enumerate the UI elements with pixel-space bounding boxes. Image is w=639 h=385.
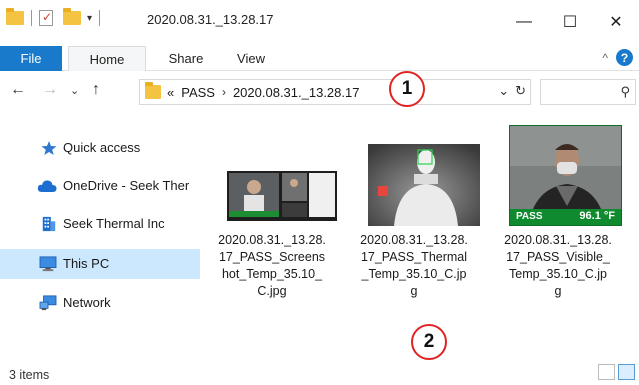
window-controls: — ☐ ✕ (501, 0, 639, 44)
properties-icon[interactable] (39, 10, 53, 26)
file-name-line: hot_Temp_35.10_ (221, 267, 323, 281)
file-name-line: Temp_35.10_C.jp (509, 267, 607, 281)
sidebar-item-network[interactable]: Network (0, 288, 200, 318)
address-bar[interactable]: « PASS › 2020.08.31._13.28.17 ⌄ ↻ (139, 79, 531, 105)
file-name-line: 2020.08.31._13.28. (504, 233, 612, 247)
minimize-button[interactable]: — (501, 0, 547, 44)
network-icon (39, 295, 57, 311)
view-toggle (598, 364, 635, 380)
file-name-line: _Temp_35.10_C.jp (361, 267, 467, 281)
search-icon: ⚲ (620, 84, 630, 99)
expand-ribbon-icon[interactable]: ^ (602, 51, 608, 65)
address-dropdown-icon[interactable]: ⌄ (498, 83, 509, 99)
tab-file[interactable]: File (0, 46, 62, 71)
star-icon (41, 141, 57, 155)
address-controls: ⌄ ↻ (498, 83, 526, 99)
details-view-icon[interactable] (598, 364, 615, 380)
item-count: 3 items (9, 368, 50, 382)
sidebar-item-onedrive[interactable]: OneDrive - Seek Ther (0, 171, 200, 201)
back-arrow-icon[interactable]: ← (10, 81, 26, 99)
file-name-line: 17_PASS_Screens (218, 250, 326, 264)
navigation-pane: Quick access OneDrive - Seek Ther Seek T… (0, 118, 205, 358)
sidebar-item-this-pc[interactable]: This PC (0, 249, 200, 279)
refresh-icon[interactable]: ↻ (515, 83, 526, 99)
file-name: 2020.08.31._13.28. 17_PASS_Visible_ Temp… (498, 232, 618, 300)
search-input[interactable]: ⚲ (540, 79, 636, 105)
close-button[interactable]: ✕ (593, 0, 639, 44)
divider (31, 10, 32, 26)
file-item-visible[interactable]: PASS 96.1 °F 2020.08.31._13.28. 17_PASS_… (498, 118, 622, 318)
large-icons-view-icon[interactable] (618, 364, 635, 380)
file-name-line: 17_PASS_Thermal (360, 250, 468, 264)
tab-home[interactable]: Home (68, 46, 146, 71)
new-folder-icon[interactable] (63, 8, 81, 25)
image-thumbnail (227, 171, 337, 221)
sidebar-item-label: This PC (63, 256, 110, 271)
breadcrumb-pass[interactable]: PASS (181, 85, 215, 100)
file-name-line: g (554, 284, 562, 298)
visible-image-thumbnail: PASS 96.1 °F (509, 125, 622, 226)
window-title: 2020.08.31._13.28.17 (147, 12, 274, 27)
pass-badge: PASS (516, 211, 543, 222)
title-bar: ▾ 2020.08.31._13.28.17 — ☐ ✕ (0, 0, 639, 44)
sidebar-item-seek-thermal[interactable]: Seek Thermal Inc (0, 209, 200, 239)
breadcrumb-current-folder[interactable]: 2020.08.31._13.28.17 (233, 85, 360, 100)
file-list: 2020.08.31._13.28. 17_PASS_Screens hot_T… (212, 118, 639, 358)
up-arrow-icon[interactable]: ↑ (92, 81, 100, 99)
file-name: 2020.08.31._13.28. 17_PASS_Screens hot_T… (212, 232, 332, 300)
forward-arrow-icon[interactable]: → (42, 81, 58, 99)
help-icon[interactable]: ? (616, 49, 633, 66)
recent-locations-icon[interactable]: ⌄ (70, 84, 79, 97)
maximize-button[interactable]: ☐ (547, 0, 593, 44)
callout-1: 1 (389, 71, 425, 107)
divider (99, 10, 101, 26)
file-item-thermal[interactable]: 2020.08.31._13.28. 17_PASS_Thermal _Temp… (354, 118, 480, 318)
sidebar-item-label: Seek Thermal Inc (63, 216, 165, 231)
file-name-line: 2020.08.31._13.28. (218, 233, 326, 247)
monitor-icon (39, 256, 57, 272)
file-name-line: C.jpg (257, 284, 287, 298)
customize-toolbar-icon[interactable]: ▾ (87, 13, 92, 24)
file-name: 2020.08.31._13.28. 17_PASS_Thermal _Temp… (354, 232, 474, 300)
status-bar: 3 items (0, 360, 639, 385)
building-icon (42, 216, 56, 232)
sidebar-item-label: OneDrive - Seek Ther (63, 178, 190, 193)
breadcrumb-separator-icon[interactable]: › (222, 85, 226, 99)
callout-2: 2 (411, 324, 447, 360)
ribbon-controls: ^ ? (602, 49, 633, 66)
sidebar-item-label: Network (63, 295, 111, 310)
file-name-line: g (410, 284, 418, 298)
folder-icon (6, 8, 24, 25)
tab-view[interactable]: View (222, 46, 280, 71)
temperature-badge: 96.1 °F (579, 210, 615, 222)
cloud-icon (37, 180, 57, 192)
sidebar-item-label: Quick access (63, 140, 141, 155)
folder-icon (145, 82, 161, 99)
tab-share[interactable]: Share (155, 46, 217, 71)
thermal-image-thumbnail (368, 144, 480, 226)
overflow-chevron-icon[interactable]: « (167, 85, 174, 100)
navigation-bar: ← → ⌄ ↑ « PASS › 2020.08.31._13.28.17 ⌄ … (0, 73, 639, 109)
sidebar-item-quick-access[interactable]: Quick access (0, 133, 200, 163)
quick-access-toolbar: ▾ (6, 8, 103, 26)
file-name-line: 2020.08.31._13.28. (360, 233, 468, 247)
file-name-line: 17_PASS_Visible_ (506, 250, 610, 264)
ribbon: File Home Share View ^ ? (0, 46, 639, 71)
file-item-screenshot[interactable]: 2020.08.31._13.28. 17_PASS_Screens hot_T… (212, 118, 337, 318)
